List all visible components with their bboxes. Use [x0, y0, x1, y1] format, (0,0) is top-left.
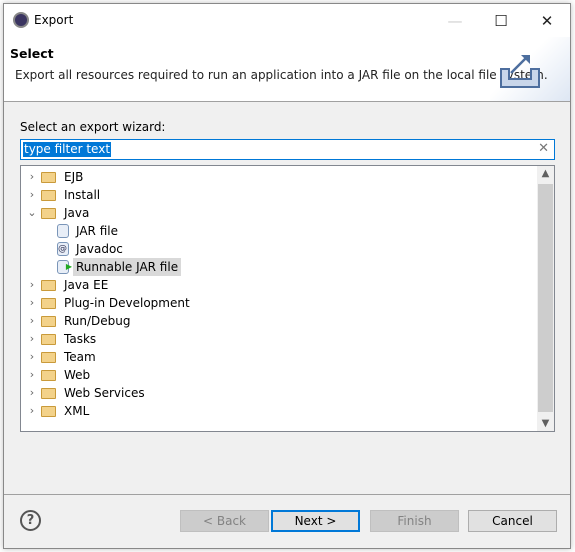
folder-icon: [41, 333, 56, 345]
maximize-button[interactable]: ☐: [478, 4, 524, 37]
minimize-button[interactable]: —: [432, 4, 478, 37]
chevron-right-icon[interactable]: ›: [25, 366, 39, 384]
page-title: Select: [10, 46, 54, 61]
tree-item-label: Web: [64, 368, 91, 382]
chevron-right-icon[interactable]: ›: [25, 348, 39, 366]
scroll-up-icon[interactable]: ▲: [537, 168, 554, 179]
back-button[interactable]: < Back: [180, 510, 269, 532]
cancel-button[interactable]: Cancel: [468, 510, 557, 532]
chevron-right-icon[interactable]: ›: [25, 312, 39, 330]
tree-item-label: EJB: [64, 170, 84, 184]
tree-item-install[interactable]: › Install: [25, 186, 103, 204]
wizard-header: Select Export all resources required to …: [4, 37, 570, 102]
tree-item-runnable-jar-file[interactable]: ▶ Runnable JAR file: [57, 258, 182, 276]
vertical-scrollbar[interactable]: ▲ ▼: [537, 166, 554, 431]
filter-label: Select an export wizard:: [20, 120, 166, 134]
tree-item-team[interactable]: › Team: [25, 348, 99, 366]
folder-icon: [41, 315, 56, 327]
folder-icon: [41, 171, 56, 183]
jar-icon: [57, 224, 69, 238]
folder-icon: [41, 405, 56, 417]
chevron-right-icon[interactable]: ›: [25, 294, 39, 312]
tree-item-ejb[interactable]: › EJB: [25, 168, 86, 186]
close-button[interactable]: ✕: [524, 4, 570, 37]
folder-icon: [41, 297, 56, 309]
chevron-right-icon[interactable]: ›: [25, 330, 39, 348]
tree-item-xml[interactable]: › XML: [25, 402, 92, 420]
chevron-down-icon[interactable]: ⌄: [25, 204, 39, 222]
tree-item-run-debug[interactable]: › Run/Debug: [25, 312, 134, 330]
help-icon[interactable]: ?: [20, 510, 41, 531]
chevron-right-icon[interactable]: ›: [25, 186, 39, 204]
tree-item-label: Javadoc: [76, 242, 123, 256]
tree-item-label: XML: [64, 404, 90, 418]
javadoc-icon: @: [57, 242, 69, 256]
next-button[interactable]: Next >: [271, 510, 360, 532]
tree-item-plug-in-development[interactable]: › Plug-in Development: [25, 294, 193, 312]
folder-icon: [41, 387, 56, 399]
tree-item-label: Plug-in Development: [64, 296, 190, 310]
runnable-jar-icon: ▶: [57, 260, 72, 274]
tree-item-javadoc[interactable]: @ Javadoc: [57, 240, 126, 258]
tree-item-java[interactable]: ⌄ Java: [25, 204, 92, 222]
wizard-tree[interactable]: ▲ ▼ › EJB › Install ⌄ Java JAR file @ Javadoc ▶ Ru…: [20, 165, 555, 432]
folder-icon: [41, 207, 56, 219]
tree-item-web[interactable]: › Web: [25, 366, 93, 384]
folder-icon: [41, 189, 56, 201]
folder-icon: [41, 351, 56, 363]
tree-item-label: Java: [64, 206, 90, 220]
scrollbar-thumb[interactable]: [538, 184, 553, 412]
tree-item-web-services[interactable]: › Web Services: [25, 384, 148, 402]
folder-icon: [41, 369, 56, 381]
scroll-down-icon[interactable]: ▼: [537, 418, 554, 429]
tree-item-label: Java EE: [64, 278, 109, 292]
folder-icon: [41, 279, 56, 291]
chevron-right-icon[interactable]: ›: [25, 384, 39, 402]
clear-icon[interactable]: ✕: [538, 141, 549, 156]
tree-item-java-ee[interactable]: › Java EE: [25, 276, 111, 294]
chevron-right-icon[interactable]: ›: [25, 402, 39, 420]
tree-item-label: Web Services: [64, 386, 145, 400]
tree-item-label: Team: [64, 350, 96, 364]
filter-text: type filter text: [23, 142, 112, 157]
chevron-right-icon[interactable]: ›: [25, 168, 39, 186]
tree-item-label: Install: [64, 188, 101, 202]
title-bar: Export — ☐ ✕: [4, 4, 570, 37]
tree-item-jar-file[interactable]: JAR file: [57, 222, 121, 240]
tree-item-label: Runnable JAR file: [73, 258, 182, 276]
export-dialog: Export — ☐ ✕ Select Export all resources…: [3, 3, 571, 549]
tree-item-tasks[interactable]: › Tasks: [25, 330, 99, 348]
tree-item-label: Tasks: [64, 332, 97, 346]
tree-item-label: JAR file: [76, 224, 118, 238]
page-description: Export all resources required to run an …: [15, 68, 548, 82]
eclipse-icon: [13, 12, 29, 28]
divider: [4, 494, 570, 495]
export-icon: [500, 55, 540, 88]
finish-button[interactable]: Finish: [370, 510, 459, 532]
chevron-right-icon[interactable]: ›: [25, 276, 39, 294]
window-title: Export: [34, 13, 74, 27]
tree-item-label: Run/Debug: [64, 314, 131, 328]
filter-input[interactable]: type filter text ✕: [20, 139, 555, 160]
